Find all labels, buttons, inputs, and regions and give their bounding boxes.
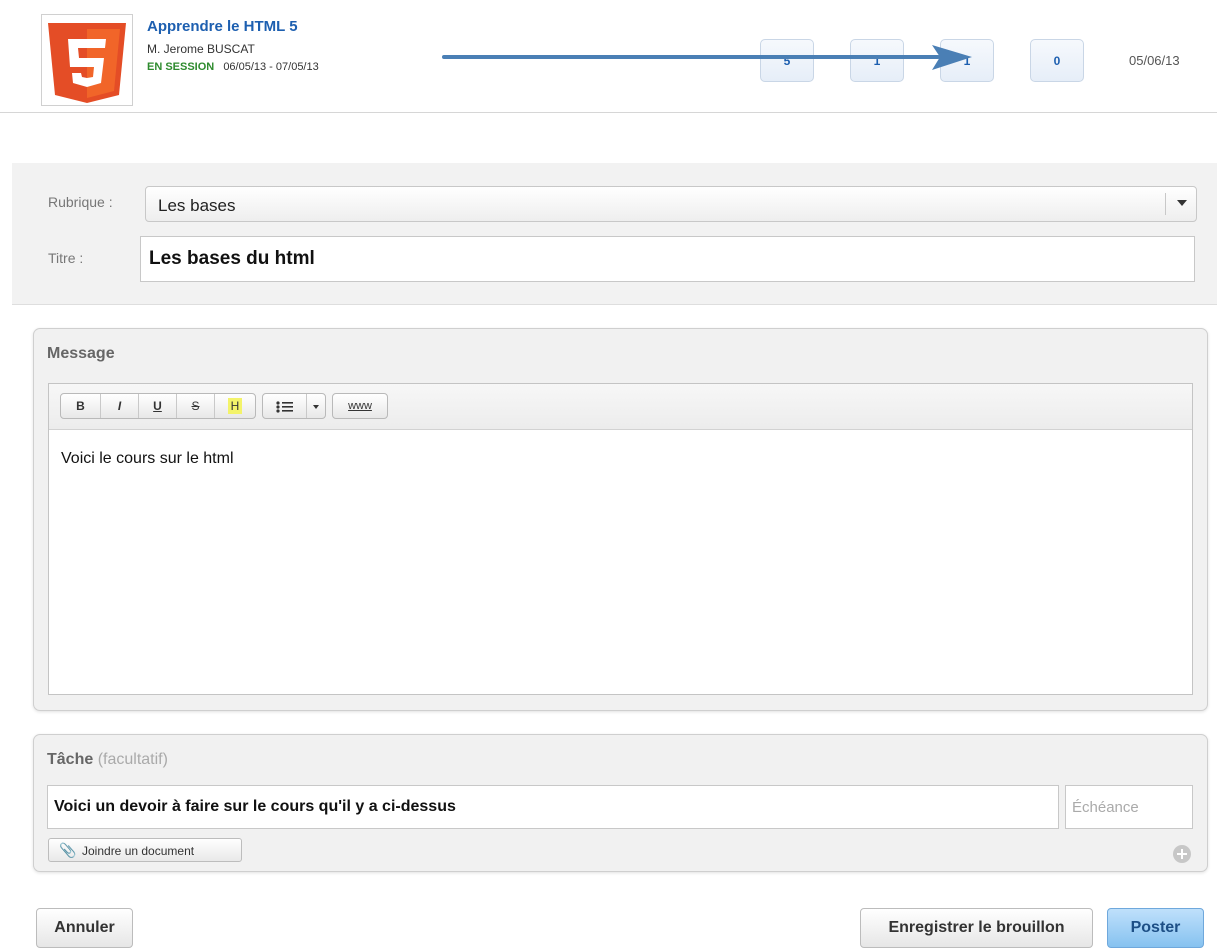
- highlight-label: H: [227, 398, 243, 414]
- paperclip-icon: 📎: [59, 842, 77, 858]
- list-icon: [275, 401, 293, 413]
- post-metadata-section: [12, 163, 1217, 305]
- session-dates: 06/05/13 - 07/05/13: [223, 61, 319, 73]
- add-task-icon[interactable]: [1173, 845, 1191, 863]
- titre-label: Titre :: [48, 250, 84, 266]
- message-body-text[interactable]: Voici le cours sur le html: [61, 450, 234, 468]
- attach-document-label: Joindre un document: [82, 844, 195, 858]
- course-header: Apprendre le HTML 5 M. Jerome BUSCAT EN …: [0, 0, 1217, 113]
- post-button[interactable]: Poster: [1107, 908, 1204, 948]
- counter-4[interactable]: 0: [1030, 39, 1084, 82]
- list-dropdown-button[interactable]: [307, 394, 325, 418]
- session-info: EN SESSION 06/05/13 - 07/05/13: [147, 61, 319, 73]
- annotation-arrow-icon: [442, 45, 972, 70]
- attach-document-button[interactable]: 📎 Joindre un document: [48, 838, 242, 862]
- session-status-badge: EN SESSION: [147, 61, 215, 73]
- titre-input[interactable]: [140, 236, 1195, 282]
- list-button-group: [262, 393, 326, 419]
- header-date: 05/06/13: [1129, 53, 1180, 68]
- underline-button[interactable]: U: [139, 394, 177, 418]
- task-title: Tâche (facultatif): [47, 751, 168, 769]
- task-input[interactable]: [47, 785, 1059, 829]
- insert-link-button[interactable]: www: [333, 394, 387, 418]
- due-date-input[interactable]: [1065, 785, 1193, 829]
- message-title: Message: [47, 345, 115, 362]
- rubrique-label: Rubrique :: [48, 194, 113, 210]
- save-draft-button[interactable]: Enregistrer le brouillon: [860, 908, 1093, 948]
- link-button-group: www: [332, 393, 388, 419]
- course-title[interactable]: Apprendre le HTML 5: [147, 18, 298, 35]
- italic-button[interactable]: I: [101, 394, 139, 418]
- editor-toolbar: B I U S H www: [49, 384, 1192, 430]
- bold-button[interactable]: B: [61, 394, 101, 418]
- task-title-label: Tâche: [47, 751, 94, 768]
- task-optional-label: (facultatif): [97, 751, 168, 768]
- chevron-down-icon: [313, 404, 319, 409]
- chevron-down-icon[interactable]: [1177, 200, 1187, 206]
- rubrique-select[interactable]: Les bases: [145, 186, 1197, 222]
- bullet-list-button[interactable]: [263, 394, 307, 418]
- format-button-group: B I U S H: [60, 393, 256, 419]
- strikethrough-button[interactable]: S: [177, 394, 215, 418]
- teacher-name: M. Jerome BUSCAT: [147, 42, 255, 56]
- message-editor[interactable]: B I U S H www Voici le cours sur le html: [48, 383, 1193, 695]
- html5-logo-icon: [41, 14, 133, 106]
- select-divider: [1165, 193, 1166, 215]
- highlight-button[interactable]: H: [215, 394, 255, 418]
- rubrique-selected-value: Les bases: [158, 196, 236, 215]
- cancel-button[interactable]: Annuler: [36, 908, 133, 948]
